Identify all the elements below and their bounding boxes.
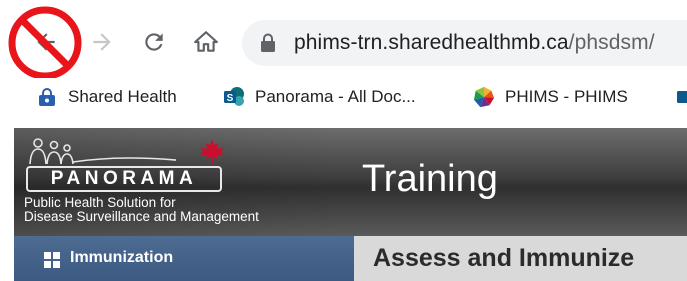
reload-button[interactable] (134, 22, 174, 62)
lock-padlock-icon (36, 86, 58, 108)
page-title: Assess and Immunize (373, 244, 635, 272)
no-entry-prohibition-icon (8, 6, 82, 80)
bookmarks-bar: Shared Health S Panorama - All Doc... PH… (0, 78, 687, 116)
address-bar[interactable]: phims-trn.sharedhealthmb.ca/phsdsm/ (242, 20, 687, 66)
bookmark-phims[interactable]: PHIMS - PHIMS (473, 84, 628, 110)
panorama-logo-wordmark: PANORAMA (26, 166, 222, 192)
url-host: phims-trn.sharedhealthmb.ca (294, 31, 569, 54)
page-margin (0, 128, 14, 281)
page-title-bar: Assess and Immunize (354, 236, 687, 281)
home-button[interactable] (186, 22, 226, 62)
sharepoint-icon (676, 86, 687, 108)
sharepoint-icon: S (223, 86, 245, 108)
url-path: /phsdsm/ (568, 31, 655, 54)
phims-pinwheel-icon (473, 86, 495, 108)
tagline-line-2: Disease Surveillance and Management (24, 209, 259, 224)
forward-arrow-icon (93, 33, 111, 51)
app-tagline: Public Health Solution for Disease Surve… (24, 196, 259, 224)
bookmark-panorama-docs[interactable]: S Panorama - All Doc... (223, 84, 416, 110)
home-icon (194, 31, 218, 52)
forward-button[interactable] (82, 22, 122, 62)
bookmark-label: Panorama - All Doc... (255, 87, 416, 106)
grid-menu-icon (44, 252, 60, 268)
module-tab-label: Immunization (70, 249, 174, 266)
reload-icon (145, 33, 163, 51)
tagline-line-1: Public Health Solution for (24, 195, 176, 210)
maple-leaf-icon (200, 139, 224, 163)
app-header-banner: PANORAMA Public Health Solution for Dise… (14, 128, 687, 236)
lock-icon (261, 33, 275, 52)
bookmark-label: PHIMS - PHIMS (505, 87, 628, 106)
bookmark-overflow-sharepoint[interactable] (676, 84, 687, 110)
bookmark-shared-health[interactable]: Shared Health (36, 84, 177, 110)
bookmark-label: Shared Health (68, 87, 177, 106)
family-figures-icon (29, 138, 176, 165)
environment-title: Training (362, 158, 498, 200)
svg-text:S: S (227, 93, 234, 104)
module-tab-immunization[interactable]: Immunization (14, 236, 354, 281)
browser-toolbar: phims-trn.sharedhealthmb.ca/phsdsm/ (0, 0, 687, 76)
url-text: phims-trn.sharedhealthmb.ca/phsdsm/ (294, 31, 655, 55)
